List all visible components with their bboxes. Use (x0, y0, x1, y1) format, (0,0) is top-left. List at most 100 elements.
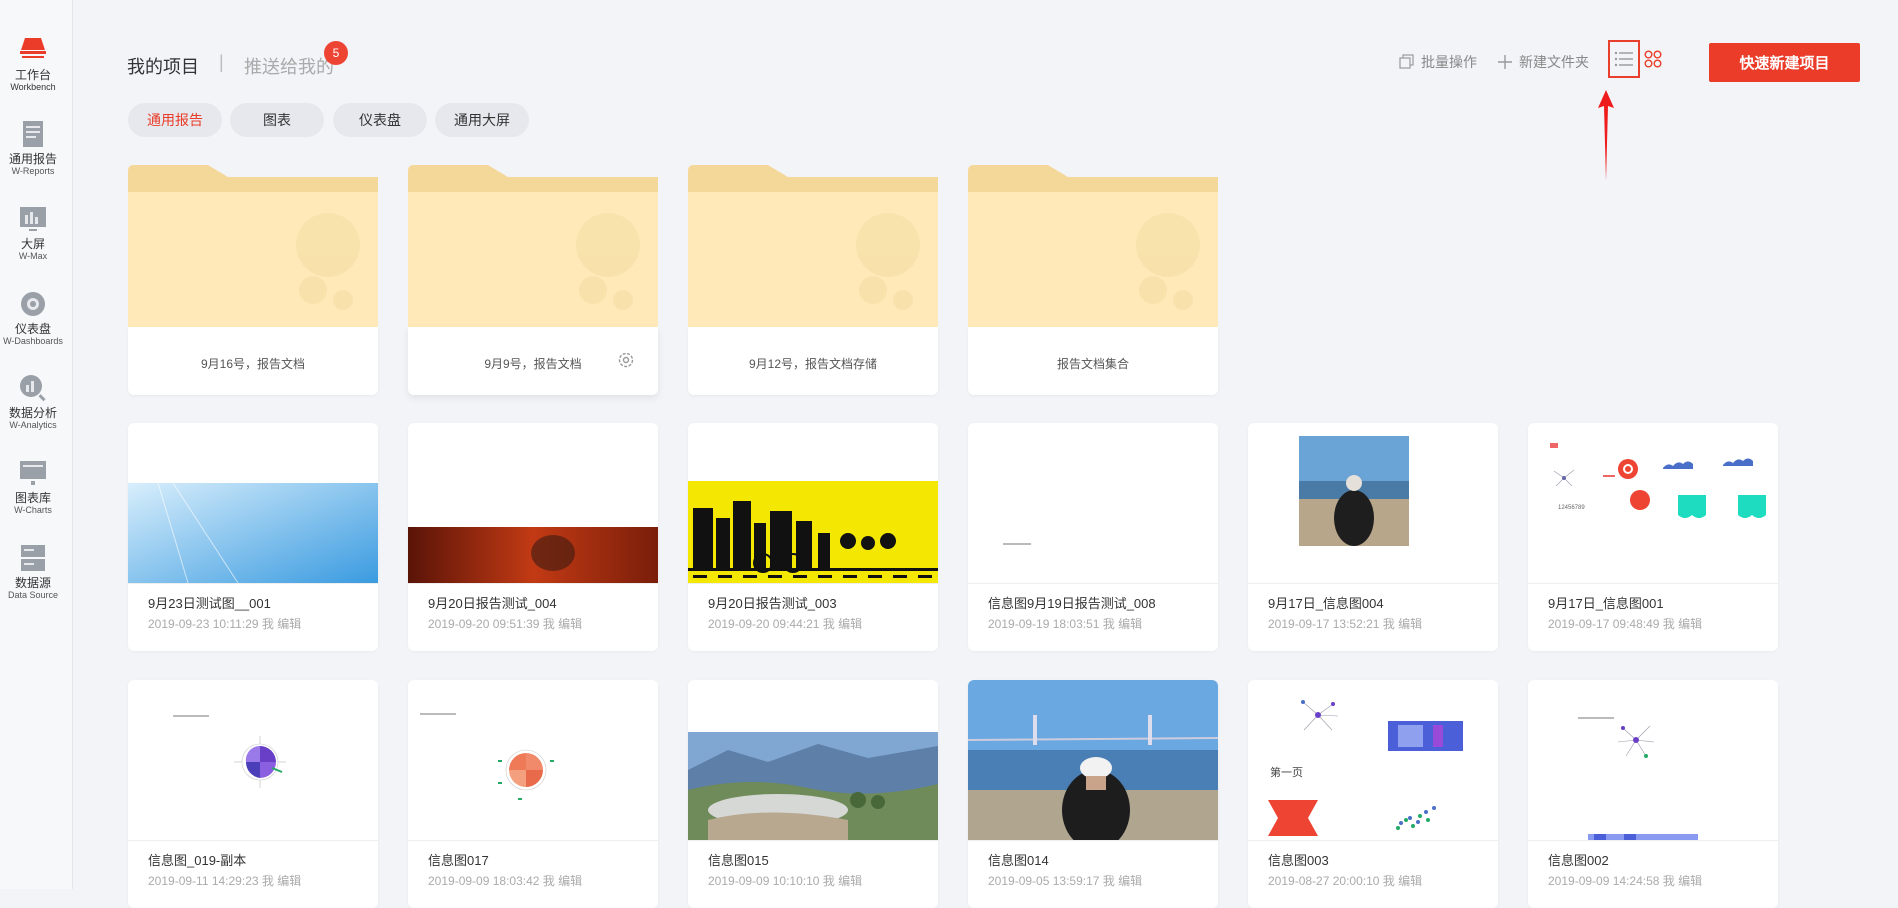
card-thumbnail (688, 680, 938, 841)
gear-icon[interactable] (616, 350, 636, 370)
folder-label: 9月12号，报告文档存储 (748, 357, 878, 371)
sidebar-item-sublabel: Workbench (10, 82, 56, 92)
sidebar-item-dashboards[interactable]: 仪表盘 W-Dashboards (0, 288, 66, 347)
card-thumbnail (128, 423, 378, 584)
sidebar-item-sublabel: W-Charts (14, 505, 52, 515)
card-title: 信息图015 (708, 853, 769, 868)
sidebar-item-sublabel: W-Reports (11, 166, 55, 176)
project-card[interactable]: 信息图014 2019-09-05 13:59:17 我 编辑 (968, 680, 1218, 908)
folder-icon (688, 165, 938, 327)
quick-new-project-button[interactable]: 快速新建项目 (1709, 43, 1860, 82)
sidebar-item-sublabel: W-Analytics (9, 420, 57, 430)
card-meta: 2019-09-09 18:03:42 我 编辑 (428, 874, 583, 888)
blank-thumbnail (1003, 543, 1031, 545)
card-thumbnail (968, 423, 1218, 584)
project-card[interactable]: 12456789 9月17日_信息图001 2019-09-17 09:48:4… (1528, 423, 1778, 651)
card-meta: 2019-08-27 20:00:10 我 编辑 (1268, 874, 1423, 888)
project-card[interactable]: 第一页 信息图003 2019-08-27 20:00:10 我 编辑 (1248, 680, 1498, 908)
filter-chip-big-screen[interactable]: 通用大屏 (435, 103, 529, 137)
sidebar-item-sublabel: Data Source (7, 590, 59, 600)
project-card[interactable]: 信息图017 2019-09-09 18:03:42 我 编辑 (408, 680, 658, 908)
plus-icon (1498, 55, 1512, 69)
radar-thumbnail-orange (420, 713, 554, 800)
batch-operation-label: 批量操作 (1421, 54, 1477, 70)
thumb-page-label: 第一页 (1270, 765, 1303, 779)
sidebar-item-label: 大屏 (20, 237, 45, 251)
folder-card[interactable]: 9月16号，报告文档 (128, 165, 378, 395)
card-thumbnail (128, 680, 378, 841)
folder-label: 报告文档集合 (1056, 357, 1129, 371)
thumb-number: 12456789 (1558, 505, 1585, 511)
card-title: 9月17日_信息图004 (1268, 596, 1384, 611)
list-icon (1614, 51, 1633, 67)
sidebar-item-reports[interactable]: 通用报告 W-Reports (0, 118, 66, 177)
filter-chip-dashboards[interactable]: 仪表盘 (333, 103, 427, 137)
grid-view-icon[interactable] (1644, 50, 1662, 68)
tab-separator: | (219, 52, 224, 72)
card-thumbnail: 第一页 (1248, 680, 1498, 841)
project-card[interactable]: 信息图9月19日报告测试_008 2019-09-19 18:03:51 我 编… (968, 423, 1218, 651)
card-title: 信息图017 (428, 853, 489, 868)
city-illustration (688, 481, 938, 583)
sidebar-item-label: 数据源 (14, 576, 51, 590)
charts-icon (20, 461, 46, 485)
card-meta: 2019-09-19 18:03:51 我 编辑 (988, 617, 1143, 631)
infographic-thumbnail: 12456789 (1550, 443, 1766, 518)
bridge-photo (968, 680, 1218, 840)
card-title: 信息图_019-副本 (148, 853, 247, 868)
list-view-button[interactable] (1608, 40, 1640, 78)
project-card[interactable]: 信息图015 2019-09-09 10:10:10 我 编辑 (688, 680, 938, 908)
card-thumbnail (1248, 423, 1498, 584)
new-folder-button[interactable]: 新建文件夹 (1497, 52, 1589, 72)
sidebar-item-sublabel: W-Max (18, 251, 48, 261)
folder-card[interactable]: 9月9号，报告文档 (408, 165, 658, 395)
sidebar: 工作台 Workbench 通用报告 W-Reports 大屏 W-Max 仪表… (0, 0, 73, 889)
dashboard-icon (21, 292, 45, 316)
card-meta: 2019-09-05 13:59:17 我 编辑 (988, 874, 1143, 888)
sidebar-item-sublabel: W-Dashboards (3, 336, 63, 346)
datasource-icon (21, 545, 45, 571)
folder-label: 9月16号，报告文档 (200, 357, 306, 371)
sidebar-item-label: 图表库 (14, 491, 51, 505)
project-card[interactable]: 9月20日报告测试_004 2019-09-20 09:51:39 我 编辑 (408, 423, 658, 651)
sidebar-item-label: 仪表盘 (14, 322, 51, 336)
sidebar-item-big-screen[interactable]: 大屏 W-Max (0, 203, 66, 262)
landscape-photo (688, 732, 938, 840)
network-thumbnail (1578, 717, 1698, 840)
tab-pushed-to-me[interactable]: 推送给我的 (244, 53, 334, 79)
sidebar-item-workbench[interactable]: 工作台 Workbench (0, 34, 66, 93)
project-card[interactable]: 信息图_019-副本 2019-09-11 14:29:23 我 编辑 (128, 680, 378, 908)
project-card[interactable]: 9月23日测试图__001 2019-09-23 10:11:29 我 编辑 (128, 423, 378, 651)
batch-operation-button[interactable]: 批量操作 (1399, 52, 1477, 72)
card-thumbnail (408, 423, 658, 584)
infographic-thumbnail-2: 第一页 (1268, 700, 1463, 836)
card-meta: 2019-09-17 09:48:49 我 编辑 (1548, 617, 1703, 631)
card-title: 9月23日测试图__001 (148, 596, 271, 611)
sidebar-item-charts[interactable]: 图表库 W-Charts (0, 457, 66, 516)
sidebar-item-datasource[interactable]: 数据源 Data Source (0, 542, 66, 601)
new-folder-label: 新建文件夹 (1519, 54, 1589, 70)
annotation-arrow (1598, 90, 1614, 181)
filter-chip-reports[interactable]: 通用报告 (128, 103, 222, 137)
sidebar-item-label: 数据分析 (8, 406, 57, 420)
tab-my-projects[interactable]: 我的项目 (127, 53, 199, 79)
fire-image (408, 527, 658, 583)
filter-chip-charts[interactable]: 图表 (230, 103, 324, 137)
analytics-icon (20, 375, 46, 402)
project-card[interactable]: 9月17日_信息图004 2019-09-17 13:52:21 我 编辑 (1248, 423, 1498, 651)
card-meta: 2019-09-17 13:52:21 我 编辑 (1268, 617, 1423, 631)
card-thumbnail (688, 423, 938, 584)
project-card[interactable]: 信息图002 2019-09-09 14:24:58 我 编辑 (1528, 680, 1778, 908)
folder-card[interactable]: 报告文档集合 (968, 165, 1218, 395)
folder-card[interactable]: 9月12号，报告文档存储 (688, 165, 938, 395)
notification-badge: 5 (324, 41, 348, 65)
sidebar-item-analytics[interactable]: 数据分析 W-Analytics (0, 372, 66, 431)
project-card[interactable]: 9月20日报告测试_003 2019-09-20 09:44:21 我 编辑 (688, 423, 938, 651)
card-meta: 2019-09-09 14:24:58 我 编辑 (1548, 874, 1703, 888)
radar-thumbnail-purple (173, 715, 286, 788)
card-thumbnail: 12456789 (1528, 423, 1778, 584)
batch-icon (1399, 54, 1414, 69)
card-title: 信息图014 (988, 853, 1049, 868)
big-screen-icon (20, 207, 46, 231)
person-photo (1299, 436, 1409, 546)
